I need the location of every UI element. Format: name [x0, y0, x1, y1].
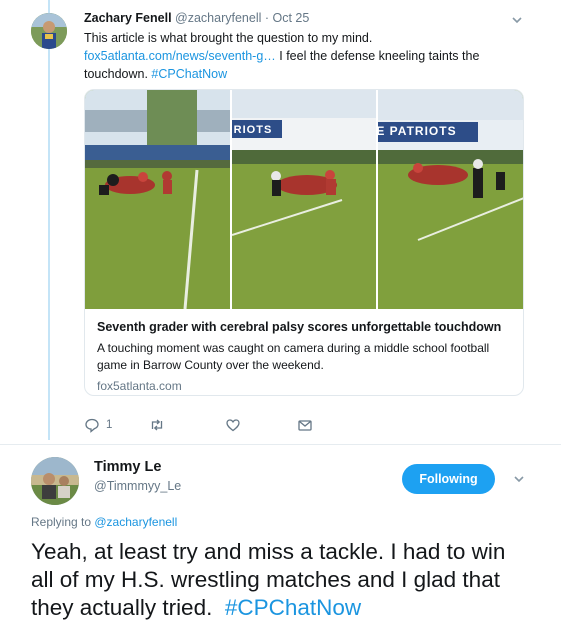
tweet-text: This article is what brought the questio… [84, 29, 524, 83]
following-button[interactable]: Following [402, 464, 495, 494]
card-domain: fox5atlanta.com [97, 379, 182, 393]
main-tweet: Timmy Le @Timmmyy_Le Following Replying … [0, 445, 561, 631]
tweet-text-line: fox5atlanta.com/news/seventh-g… I feel t… [84, 47, 524, 65]
tweet-text: Yeah, at least try and miss a tackle. I … [31, 538, 531, 622]
tweet-text-line: touchdown. #CPChatNow [84, 65, 524, 83]
separator: · [264, 11, 270, 25]
retweet-icon [151, 419, 163, 431]
like-button[interactable] [225, 417, 247, 433]
tweet-text-segment: touchdown. [84, 67, 152, 81]
chevron-down-icon[interactable] [510, 13, 524, 27]
tweet-text-line: This article is what brought the questio… [84, 31, 373, 45]
card-info: Seventh grader with cerebral palsy score… [85, 309, 523, 394]
hashtag-link[interactable]: #CPChatNow [151, 67, 227, 81]
tweet-text-segment: I feel the defense kneeling taints the [275, 49, 480, 63]
tweet-content: Zachary Fenell @zacharyfenell · Oct 25 T… [84, 10, 524, 83]
timestamp[interactable]: Oct 25 [273, 11, 310, 25]
mention-link[interactable]: @zacharyfenell [94, 515, 177, 529]
reply-icon [85, 418, 99, 433]
banner-text: RIOTS [233, 124, 273, 136]
retweet-button[interactable] [149, 417, 171, 433]
author-name[interactable]: Zachary Fenell [84, 11, 172, 25]
video-frame [85, 90, 230, 309]
link-card[interactable]: RIOTS E PATRIOTS Seventh grader with cer… [84, 89, 524, 396]
replying-prefix: Replying to [31, 515, 95, 529]
direct-message-button[interactable] [297, 417, 313, 433]
card-title[interactable]: Seventh grader with cerebral palsy score… [97, 319, 511, 336]
avatar[interactable] [31, 457, 79, 505]
author-handle[interactable]: @Timmmyy_Le [94, 479, 181, 493]
heart-icon [226, 419, 240, 432]
avatar[interactable] [31, 13, 67, 49]
author-handle[interactable]: @zacharyfenell [175, 11, 261, 25]
card-description: A touching moment was caught on camera d… [97, 341, 490, 372]
tweet-actions: 1 [84, 417, 344, 435]
hashtag-link[interactable]: #CPChatNow [225, 595, 361, 620]
replying-to: Replying to @zacharyfenell [31, 515, 177, 529]
reply-count: 1 [106, 419, 113, 431]
article-link[interactable]: fox5atlanta.com/news/seventh-g… [84, 49, 276, 63]
tweet-header: Zachary Fenell @zacharyfenell · Oct 25 [84, 10, 524, 26]
reply-tweet[interactable]: Zachary Fenell @zacharyfenell · Oct 25 T… [0, 0, 561, 444]
author-name[interactable]: Timmy Le [94, 459, 161, 475]
reply-button[interactable]: 1 [84, 417, 112, 433]
envelope-icon [298, 420, 312, 431]
chevron-down-icon[interactable] [512, 472, 526, 486]
video-frame: E PATRIOTS [378, 90, 523, 309]
video-frame: RIOTS [231, 90, 377, 309]
banner-text: E PATRIOTS [378, 124, 457, 138]
card-image: RIOTS E PATRIOTS [85, 90, 523, 309]
